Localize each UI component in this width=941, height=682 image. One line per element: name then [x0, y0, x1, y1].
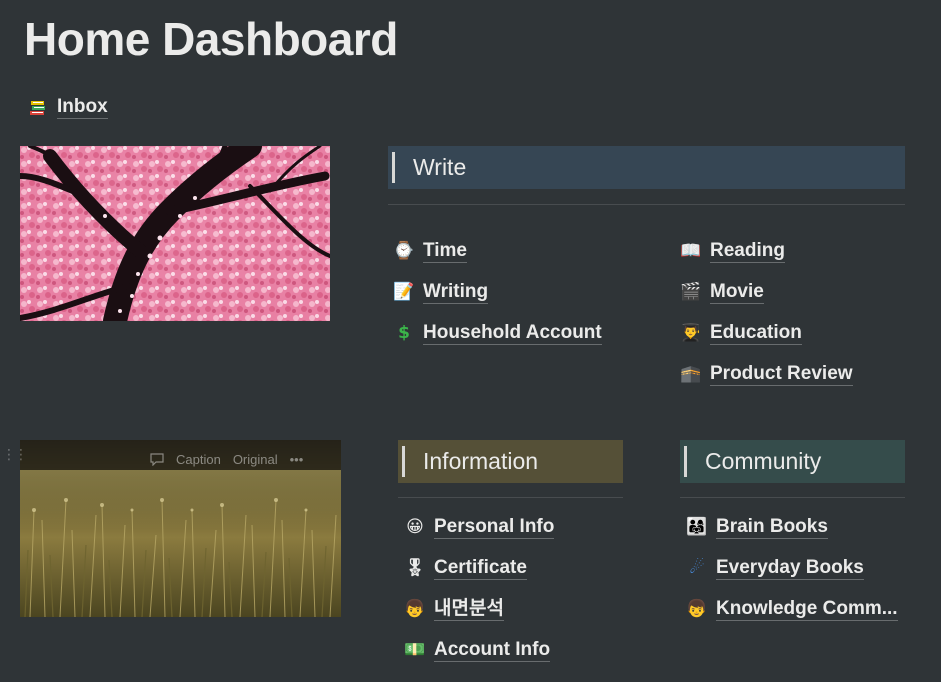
link-label: Reading	[710, 240, 785, 263]
link-brain-books[interactable]: 👨‍👩‍👧 Brain Books	[686, 516, 898, 539]
clapper-icon: 🎬	[680, 282, 702, 302]
write-header-label: Write	[413, 154, 467, 180]
link-label: Education	[710, 322, 802, 345]
boy-face-icon: 👦	[686, 599, 708, 619]
link-everyday-books[interactable]: ☄ Everyday Books	[686, 557, 898, 580]
open-book-icon: 📖	[680, 241, 702, 261]
link-label: Movie	[710, 281, 764, 304]
community-header: Community	[680, 440, 905, 483]
link-movie[interactable]: 🎬 Movie	[680, 281, 853, 304]
information-header-label: Information	[423, 448, 539, 474]
link-writing[interactable]: 📝 Writing	[393, 281, 602, 304]
information-divider	[398, 497, 623, 498]
inbox-label: Inbox	[57, 96, 108, 119]
money-icon: 💵	[404, 640, 426, 660]
community-header-label: Community	[705, 448, 822, 474]
link-label: Household Account	[423, 322, 602, 345]
family-icon: 👨‍👩‍👧	[686, 517, 708, 537]
link-reading[interactable]: 📖 Reading	[680, 240, 853, 263]
medal-icon: 🎖	[404, 558, 426, 578]
link-label: Everyday Books	[716, 557, 864, 580]
grass-field-image[interactable]: Caption Original •••	[20, 440, 341, 617]
more-options-icon[interactable]: •••	[290, 452, 304, 467]
link-knowledge-community[interactable]: 👦 Knowledge Comm...	[686, 598, 898, 621]
boy-face-icon: 👦	[404, 599, 426, 619]
link-label: Knowledge Comm...	[716, 598, 898, 621]
comment-icon[interactable]	[150, 453, 164, 466]
link-product-review[interactable]: 🕋 Product Review	[680, 363, 853, 386]
write-header: Write	[388, 146, 905, 189]
image-toolbar: Caption Original •••	[150, 452, 303, 467]
link-household-account[interactable]: $ Household Account	[393, 322, 602, 345]
information-list: 😀 Personal Info 🎖 Certificate 👦 내면분석 💵 A…	[404, 516, 555, 662]
link-label: Personal Info	[434, 516, 555, 539]
link-inner-analysis[interactable]: 👦 내면분석	[404, 598, 554, 621]
write-list-col1: ⌚ Time 📝 Writing $ Household Account	[393, 240, 602, 345]
dollar-icon: $	[398, 323, 410, 343]
link-account-info[interactable]: 💵 Account Info	[404, 639, 554, 662]
watch-icon: ⌚	[393, 241, 415, 261]
link-label: Brain Books	[716, 516, 828, 539]
page-title: Home Dashboard	[24, 13, 398, 65]
link-label: Account Info	[434, 639, 551, 662]
grinning-face-icon: 😀	[406, 517, 424, 537]
link-certificate[interactable]: 🎖 Certificate	[404, 557, 554, 580]
link-label: Time	[423, 240, 468, 263]
information-header: Information	[398, 440, 623, 483]
link-label: Writing	[423, 281, 489, 304]
community-divider	[680, 497, 905, 498]
comet-icon: ☄	[689, 558, 705, 578]
caption-button[interactable]: Caption	[176, 452, 221, 467]
cherry-blossom-image[interactable]	[20, 146, 330, 321]
memo-icon: 📝	[393, 282, 415, 302]
link-label: Product Review	[710, 363, 853, 386]
original-button[interactable]: Original	[233, 452, 278, 467]
books-icon	[27, 97, 49, 119]
link-education[interactable]: 👨‍🎓 Education	[680, 322, 853, 345]
link-time[interactable]: ⌚ Time	[393, 240, 602, 263]
inbox-link[interactable]: Inbox	[27, 96, 108, 119]
write-list-col2: 📖 Reading 🎬 Movie 👨‍🎓 Education 🕋 Produc…	[680, 240, 853, 386]
drag-handle-icon[interactable]: ⋮⋮	[2, 447, 28, 461]
write-divider	[388, 204, 905, 205]
link-label: 내면분석	[434, 598, 504, 621]
link-label: Certificate	[434, 557, 527, 580]
student-icon: 👨‍🎓	[680, 323, 702, 343]
kaaba-icon: 🕋	[680, 364, 702, 384]
community-list: 👨‍👩‍👧 Brain Books ☄ Everyday Books 👦 Kno…	[686, 516, 898, 621]
link-personal-info[interactable]: 😀 Personal Info	[404, 516, 555, 539]
